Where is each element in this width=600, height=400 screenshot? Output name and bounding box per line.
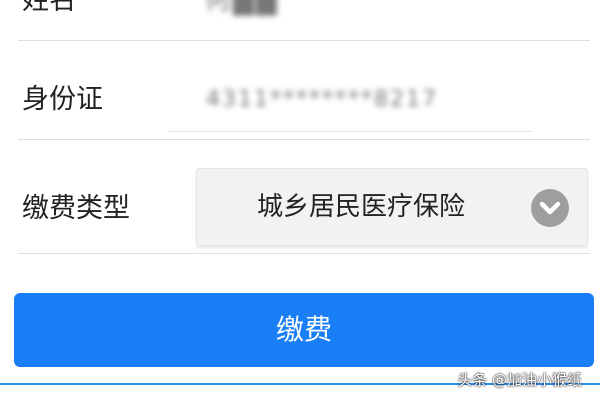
- name-row: 姓名 何██: [0, 0, 600, 40]
- id-card-row: 身份证 4311********8217: [0, 41, 600, 139]
- name-label: 姓名: [22, 0, 76, 16]
- id-card-value[interactable]: 4311********8217: [206, 83, 438, 117]
- payment-type-select[interactable]: 城乡居民医疗保险: [196, 168, 588, 246]
- chevron-down-glyph: [539, 201, 561, 215]
- chevron-down-icon[interactable]: [531, 189, 569, 227]
- payment-type-selected-value: 城乡居民医疗保险: [257, 192, 466, 222]
- watermark-text: 头条 @加油小猴纸: [457, 371, 582, 389]
- divider: [18, 253, 590, 254]
- divider: [18, 139, 590, 140]
- name-value[interactable]: 何██: [204, 0, 279, 18]
- id-card-input-underline: [168, 131, 532, 132]
- pay-button[interactable]: 缴费: [14, 293, 594, 367]
- id-card-label: 身份证: [22, 84, 103, 115]
- payment-type-label: 缴费类型: [22, 193, 130, 224]
